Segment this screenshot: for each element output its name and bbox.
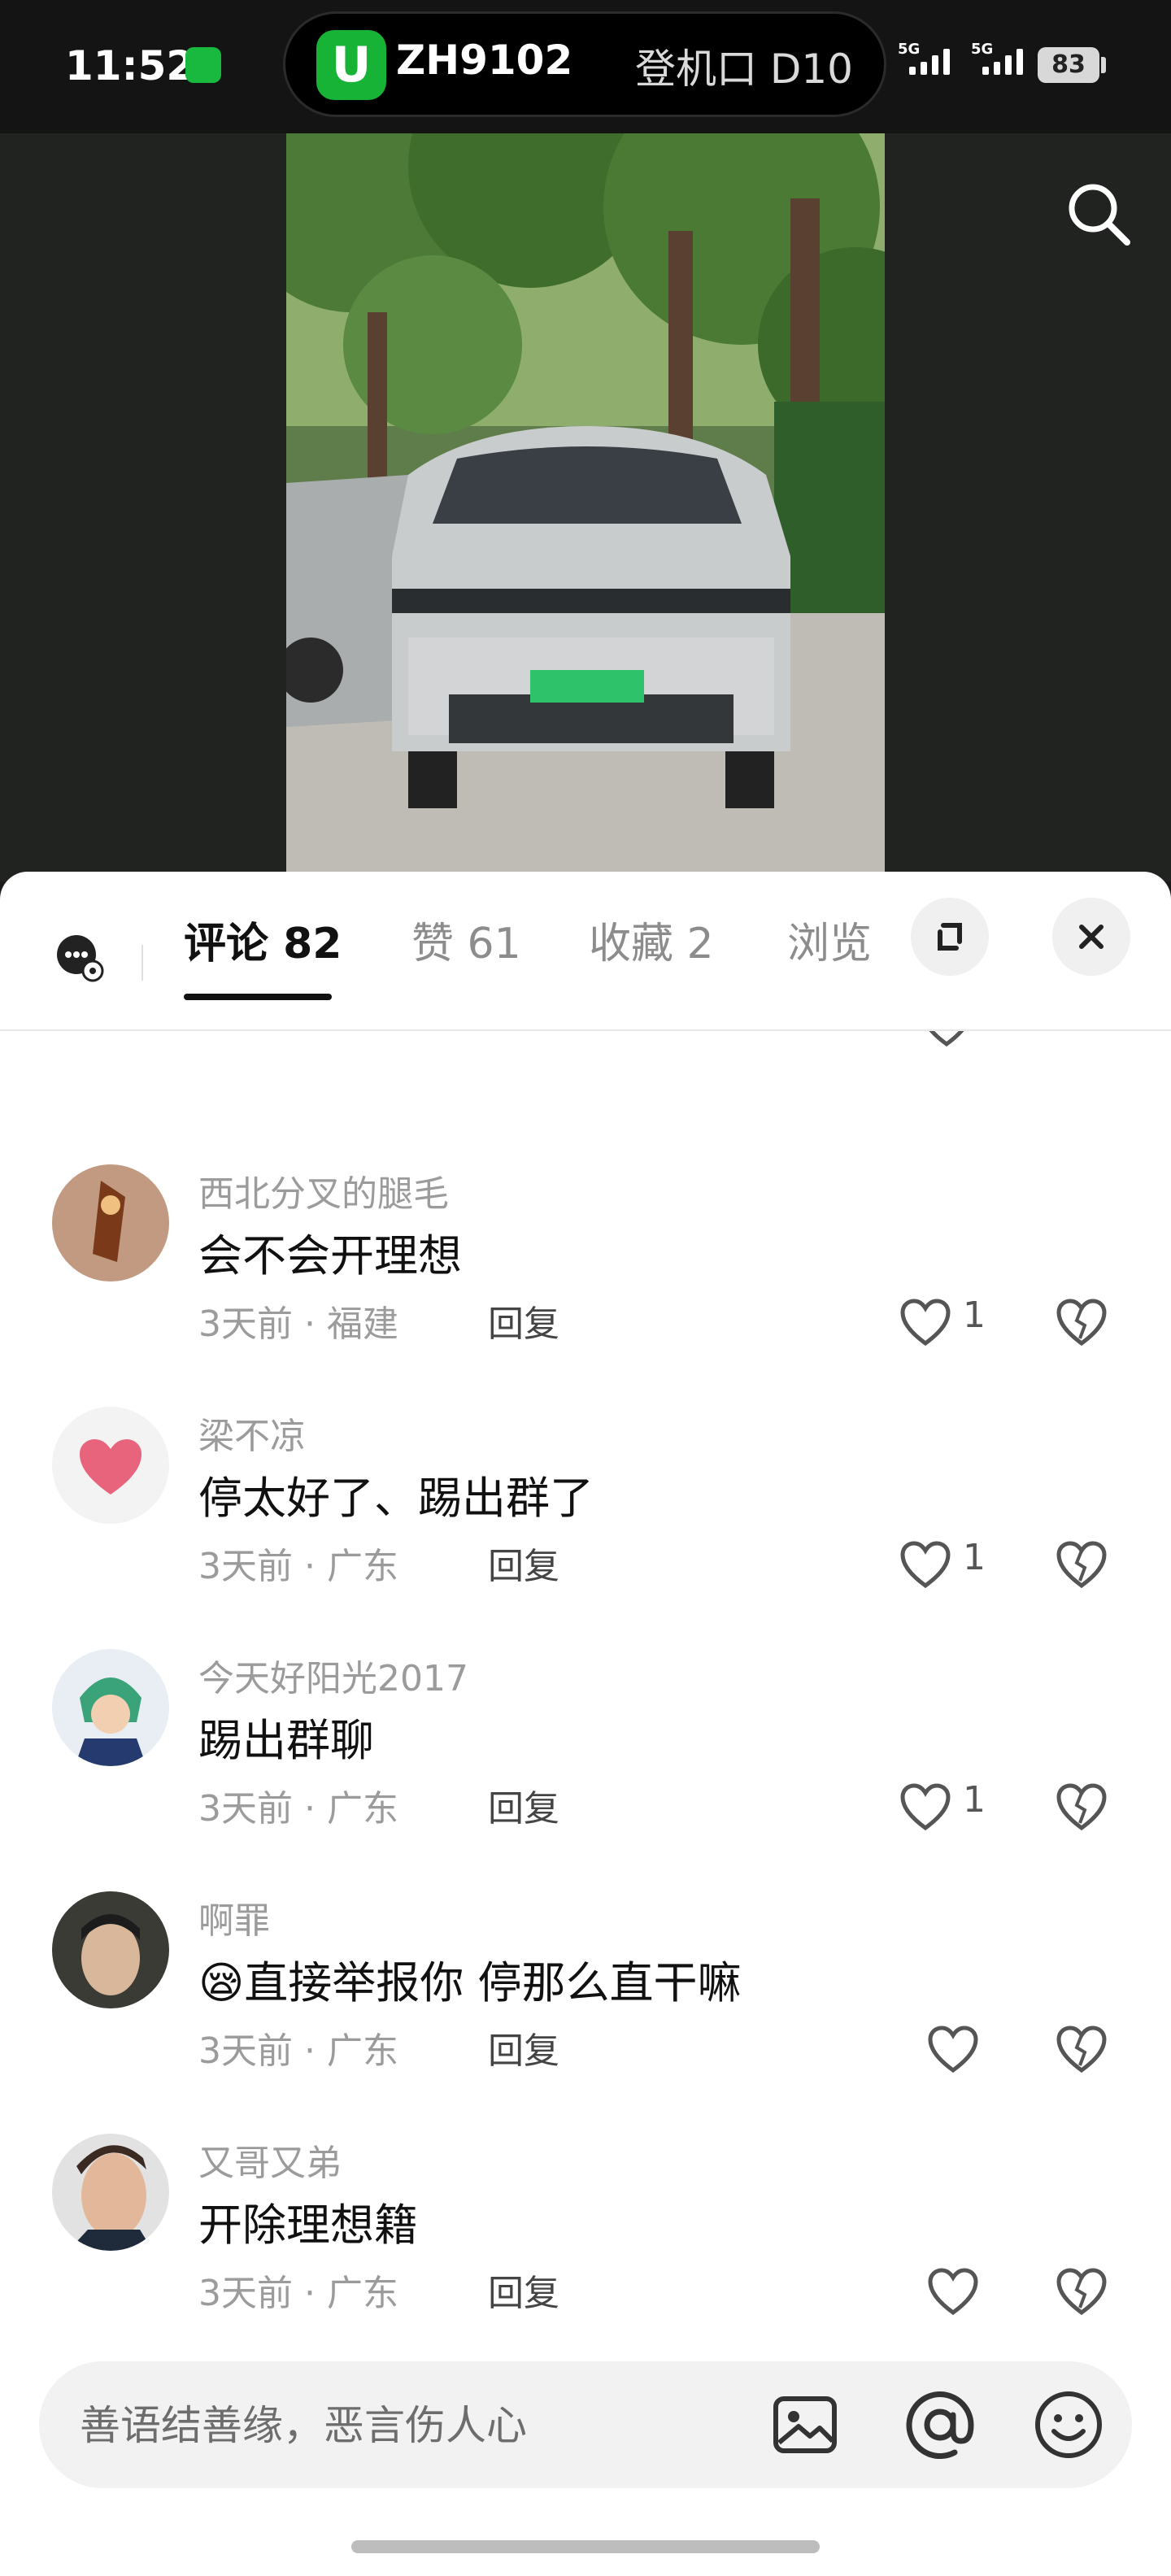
status-bar: 11:52 U ZH9102 登机口 D10 5G 5G 83 — [0, 0, 1171, 133]
comment-item: 今天好阳光2017 踢出群聊 3天前 · 广东 回复 1 — [0, 1649, 1171, 1891]
tab-comments[interactable]: 评论 82 — [184, 909, 342, 970]
prev-comment-like-icon[interactable] — [921, 1031, 973, 1051]
like-icon[interactable] — [927, 2267, 979, 2316]
home-indicator[interactable] — [351, 2540, 820, 2553]
comment-emoji: 😪 — [198, 1957, 245, 2008]
image-icon — [773, 2396, 837, 2453]
dislike-icon[interactable] — [1056, 1782, 1108, 1831]
dislike-icon[interactable] — [1056, 2025, 1108, 2073]
avatar[interactable] — [52, 2134, 169, 2251]
chat-bubble-settings-icon — [57, 935, 104, 982]
avatar[interactable] — [52, 1649, 169, 1766]
comment-item: 又哥又弟 开除理想籍 3天前 · 广东 回复 — [0, 2134, 1171, 2356]
tab-favorites[interactable]: 收藏 2 — [589, 909, 714, 970]
panel-tab-bar: 评论 82 赞 61 收藏 2 浏览 — [0, 872, 1171, 1031]
network-type-label: 5G — [898, 41, 921, 58]
battery-tip — [1101, 57, 1106, 73]
search-button[interactable] — [1062, 177, 1135, 250]
like-icon[interactable] — [899, 1540, 951, 1589]
like-icon[interactable] — [899, 1782, 951, 1831]
ai-assistant-button[interactable] — [55, 933, 104, 982]
like-count: 1 — [963, 1295, 986, 1336]
reply-button[interactable]: 回复 — [488, 1295, 559, 1347]
like-icon[interactable] — [899, 1298, 951, 1347]
reply-button[interactable]: 回复 — [488, 2021, 559, 2073]
avatar[interactable] — [52, 1164, 169, 1281]
tab-likes[interactable]: 赞 61 — [411, 909, 521, 970]
mention-button[interactable] — [901, 2386, 979, 2464]
comment-item: 啊罪 😪直接举报你 停那么直干嘛 3天前 · 广东 回复 — [0, 1891, 1171, 2134]
emoji-icon — [1035, 2391, 1102, 2458]
comment-meta: 3天前 · 广东 — [198, 1788, 398, 1830]
comment-item: 梁不凉 停太好了、踢出群了 3天前 · 广东 回复 1 — [0, 1407, 1171, 1649]
flight-app-icon: U — [316, 30, 386, 100]
flight-number: ZH9102 — [396, 37, 573, 84]
expand-icon — [938, 923, 962, 951]
close-icon — [1079, 925, 1104, 949]
like-count: 1 — [963, 1779, 986, 1821]
comment-panel: 评论 82 赞 61 收藏 2 浏览 西北分叉的腿毛 会不会开理想 3天前 · … — [0, 872, 1171, 2576]
image-button[interactable] — [771, 2391, 839, 2459]
comment-text: 开除理想籍 — [198, 2200, 418, 2251]
car-photo-illustration — [286, 133, 885, 881]
reply-button[interactable]: 回复 — [488, 1779, 559, 1831]
dynamic-island-flight[interactable]: U ZH9102 登机口 D10 — [283, 11, 886, 117]
expand-button[interactable] — [911, 898, 989, 976]
comment-text: 踢出群聊 — [198, 1715, 374, 1766]
comment-meta: 3天前 · 福建 — [198, 1303, 398, 1345]
post-photo[interactable] — [286, 133, 885, 881]
comment-username[interactable]: 西北分叉的腿毛 — [198, 1164, 449, 1216]
battery-level: 83 — [1051, 50, 1086, 79]
comment-input[interactable] — [78, 2361, 781, 2490]
comment-meta: 3天前 · 广东 — [198, 2030, 398, 2072]
tab-divider — [141, 945, 143, 981]
tab-views[interactable]: 浏览 — [787, 909, 872, 970]
comment-meta: 3天前 · 广东 — [198, 1546, 398, 1587]
comment-username[interactable]: 又哥又弟 — [198, 2134, 342, 2186]
search-icon — [1069, 184, 1130, 246]
active-tab-underline — [184, 994, 332, 1000]
comment-list[interactable]: 西北分叉的腿毛 会不会开理想 3天前 · 福建 回复 1 梁不凉 停太好了、踢出… — [0, 1031, 1171, 2356]
like-count: 1 — [963, 1537, 986, 1578]
comment-text-body: 直接举报你 停那么直干嘛 — [244, 1957, 742, 2008]
close-button[interactable] — [1052, 898, 1130, 976]
reply-button[interactable]: 回复 — [488, 1537, 559, 1589]
comment-text: 停太好了、踢出群了 — [198, 1473, 594, 1524]
comment-input-bar — [39, 2361, 1132, 2490]
like-icon[interactable] — [927, 2025, 979, 2073]
dislike-icon[interactable] — [1056, 1298, 1108, 1347]
comment-username[interactable]: 今天好阳光2017 — [198, 1649, 468, 1701]
avatar[interactable] — [52, 1407, 169, 1524]
comment-username[interactable]: 啊罪 — [198, 1891, 270, 1943]
at-icon — [906, 2391, 974, 2460]
comment-username[interactable]: 梁不凉 — [198, 1407, 306, 1459]
comment-text: 会不会开理想 — [198, 1230, 462, 1281]
reply-button[interactable]: 回复 — [488, 2264, 559, 2316]
battery-icon: 83 — [1038, 47, 1099, 83]
comment-meta: 3天前 · 广东 — [198, 2273, 398, 2314]
app-notification-icon — [185, 47, 221, 83]
boarding-gate: 登机口 D10 — [634, 46, 853, 93]
network-type-label-2: 5G — [971, 41, 994, 58]
dislike-icon[interactable] — [1056, 1540, 1108, 1589]
comment-text: 😪直接举报你 停那么直干嘛 — [198, 1947, 741, 2011]
flight-app-logo-letter: U — [331, 37, 372, 94]
comment-item: 西北分叉的腿毛 会不会开理想 3天前 · 福建 回复 1 — [0, 1164, 1171, 1407]
status-time: 11:52 — [65, 42, 195, 89]
avatar[interactable] — [52, 1891, 169, 2008]
dislike-icon[interactable] — [1056, 2267, 1108, 2316]
emoji-button[interactable] — [1033, 2389, 1104, 2461]
